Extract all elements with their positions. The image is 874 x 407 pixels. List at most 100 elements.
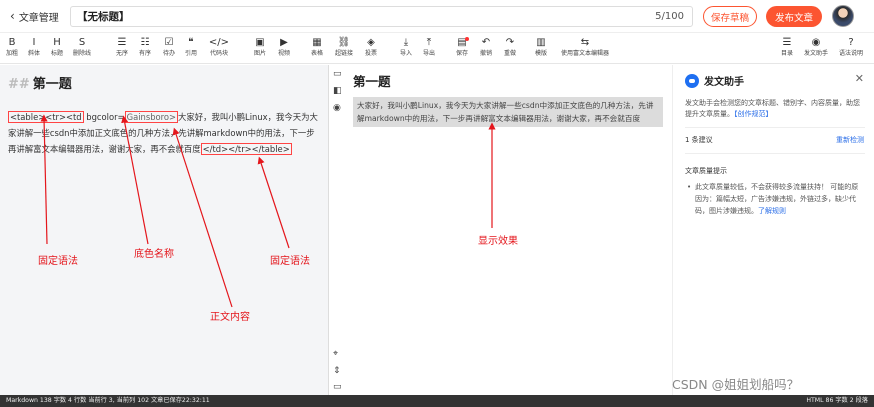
todo-icon: ☑ — [164, 37, 174, 48]
article-title-input[interactable]: 【无标题】 5/100 — [70, 6, 693, 27]
creation-rules-link[interactable]: 【创作规范】 — [734, 110, 773, 118]
vote-button[interactable]: ◈ 投票 — [360, 37, 382, 58]
heading-label: 标题 — [50, 50, 63, 57]
split-view-icon[interactable]: ◧ — [333, 86, 342, 96]
link-icon: ⛓ — [337, 37, 351, 48]
table-icon: ▦ — [312, 37, 322, 48]
strikethrough-label: 删除线 — [72, 50, 91, 57]
redo-icon: ↷ — [505, 37, 515, 48]
table-button[interactable]: ▦ 表格 — [306, 37, 328, 58]
undo-label: 撤销 — [479, 50, 492, 57]
quote-icon: ❝ — [188, 37, 194, 48]
save-draft-button[interactable]: 保存草稿 — [703, 6, 757, 27]
divider — [685, 127, 865, 128]
template-button[interactable]: ▥ 模版 — [530, 37, 552, 58]
image-button[interactable]: ▣ 图片 — [249, 37, 271, 58]
quality-tip: 此文章质量较低，不会获得较多流量扶持！ 可能的原因为：篇幅太短，广告涉嫌违规，外… — [687, 181, 865, 217]
todo-label: 待办 — [162, 50, 175, 57]
video-button[interactable]: ▶ 视频 — [273, 37, 295, 58]
locate-icon[interactable]: ⌖ — [333, 349, 338, 359]
unordered-list-icon: ☰ — [117, 37, 127, 48]
save-label: 保存 — [455, 50, 468, 57]
avatar[interactable] — [832, 5, 854, 27]
undo-icon: ↶ — [481, 37, 491, 48]
toc-button[interactable]: ☰ 目录 — [776, 37, 798, 58]
video-icon: ▶ — [280, 37, 288, 48]
label-body-content: 正文内容 — [210, 312, 250, 323]
toc-icon: ☰ — [782, 37, 792, 48]
save-button[interactable]: ▤ 保存 — [451, 37, 473, 58]
redo-label: 重做 — [503, 50, 516, 57]
undo-button[interactable]: ↶ 撤销 — [475, 37, 497, 58]
recheck-link[interactable]: 重新检测 — [836, 135, 864, 145]
ordered-list-icon: ☷ — [140, 37, 150, 48]
publish-article-button[interactable]: 发布文章 — [766, 6, 822, 27]
strikethrough-icon: S — [78, 37, 86, 48]
import-icon: ⤓ — [403, 37, 409, 48]
side-tool-strip: ▭ ◧ ◉ ⌖ ⇕ ▭ — [329, 65, 347, 395]
strikethrough-button[interactable]: S 删除线 — [71, 37, 93, 58]
markdown-editor[interactable]: ## 第一题 <table><tr><td bgcolor= Gainsboro> 大… — [0, 65, 328, 395]
heading-marks: ## — [8, 77, 30, 92]
fixed-syntax-open-tag: <table><tr><td — [8, 111, 84, 123]
export-button[interactable]: ⤒ 导出 — [418, 37, 440, 58]
learn-rules-link[interactable]: 了解规则 — [758, 207, 786, 215]
sync-scroll-icon[interactable]: ⇕ — [333, 366, 341, 376]
title-char-count: 5/100 — [655, 11, 684, 22]
unordered-list-button[interactable]: ☰ 无序 — [111, 37, 133, 58]
assistant-button[interactable]: ◉ 发文助手 — [804, 37, 828, 58]
preview-heading: 第一题 — [353, 74, 391, 89]
bold-icon: B — [8, 37, 16, 48]
editor-body-text[interactable]: <table><tr><td bgcolor= Gainsboro> 大家好，我叫小… — [8, 109, 323, 157]
todo-button[interactable]: ☑ 待办 — [158, 37, 180, 58]
suggestion-count: 1 条建议 — [685, 136, 713, 144]
syntax-help-button[interactable]: ? 语法说明 — [839, 37, 864, 58]
rich-text-icon: ⇆ — [580, 37, 590, 48]
italic-button[interactable]: I 斜体 — [23, 37, 45, 58]
link-button[interactable]: ⛓ 超链接 — [333, 37, 355, 58]
import-button[interactable]: ⤓ 导入 — [395, 37, 417, 58]
label-bg-color-name: 底色名称 — [134, 249, 174, 260]
rich-text-button[interactable]: ⇆ 使用富文本编辑器 — [555, 37, 615, 58]
keyboard-icon[interactable]: ▭ — [333, 382, 342, 392]
quote-button[interactable]: ❝ 引用 — [180, 37, 202, 58]
assistant-logo-icon — [685, 73, 699, 88]
export-label: 导出 — [422, 50, 435, 57]
save-icon: ▤ — [457, 37, 469, 48]
bold-button[interactable]: B 加粗 — [1, 37, 23, 58]
code-block-icon: </> — [208, 37, 230, 48]
eye-preview-icon[interactable]: ◉ — [333, 103, 341, 113]
editor-heading-text: 第一题 — [32, 77, 72, 92]
preview-content-box: 大家好，我叫小鹏Linux，我今天为大家讲解一些csdn中添加正文底色的几种方法… — [353, 97, 663, 127]
assistant-description: 发文助手会检测您的文章标题、错别字、内容质量，助您提升文章质量。【创作规范】 — [685, 98, 865, 120]
redo-button[interactable]: ↷ 重做 — [499, 37, 521, 58]
code-block-label: 代码块 — [209, 50, 228, 57]
export-icon: ⤒ — [426, 37, 432, 48]
quality-tip-title: 文章质量提示 — [685, 167, 727, 175]
article-assistant-panel: 发文助手 ✕ 发文助手会检测您的文章标题、错别字、内容质量，助您提升文章质量。【… — [672, 65, 874, 395]
status-bar: Markdown 138 字数 4 行数 当前行 3, 当前列 102 文章已保… — [0, 395, 874, 407]
template-icon: ▥ — [536, 37, 546, 48]
status-right: HTML 86 字数 2 段落 — [806, 397, 868, 404]
quote-label: 引用 — [184, 50, 197, 57]
vote-icon: ◈ — [367, 37, 375, 48]
divider — [685, 153, 865, 154]
heading-button[interactable]: H 标题 — [46, 37, 68, 58]
layout-icon[interactable]: ▭ — [333, 69, 342, 79]
table-label: 表格 — [310, 50, 323, 57]
editor-heading: ## 第一题 — [8, 73, 72, 92]
video-label: 视频 — [277, 50, 290, 57]
italic-label: 斜体 — [27, 50, 40, 57]
preview-pane: 第一题 大家好，我叫小鹏Linux，我今天为大家讲解一些csdn中添加正文底色的… — [347, 65, 672, 395]
italic-icon: I — [32, 37, 36, 48]
close-icon[interactable]: ✕ — [855, 72, 864, 85]
back-to-article-management[interactable]: ‹ 文章管理 — [10, 9, 59, 24]
unordered-list-label: 无序 — [115, 50, 128, 57]
template-label: 模版 — [534, 50, 547, 57]
heading-icon: H — [53, 37, 61, 48]
ordered-list-button[interactable]: ☷ 有序 — [134, 37, 156, 58]
code-block-button[interactable]: </> 代码块 — [208, 37, 230, 58]
fixed-syntax-close-tag: </td></tr></table> — [200, 143, 292, 155]
bgcolor-attr: bgcolor= — [83, 112, 125, 122]
syntax-help-label: 语法说明 — [839, 50, 864, 57]
